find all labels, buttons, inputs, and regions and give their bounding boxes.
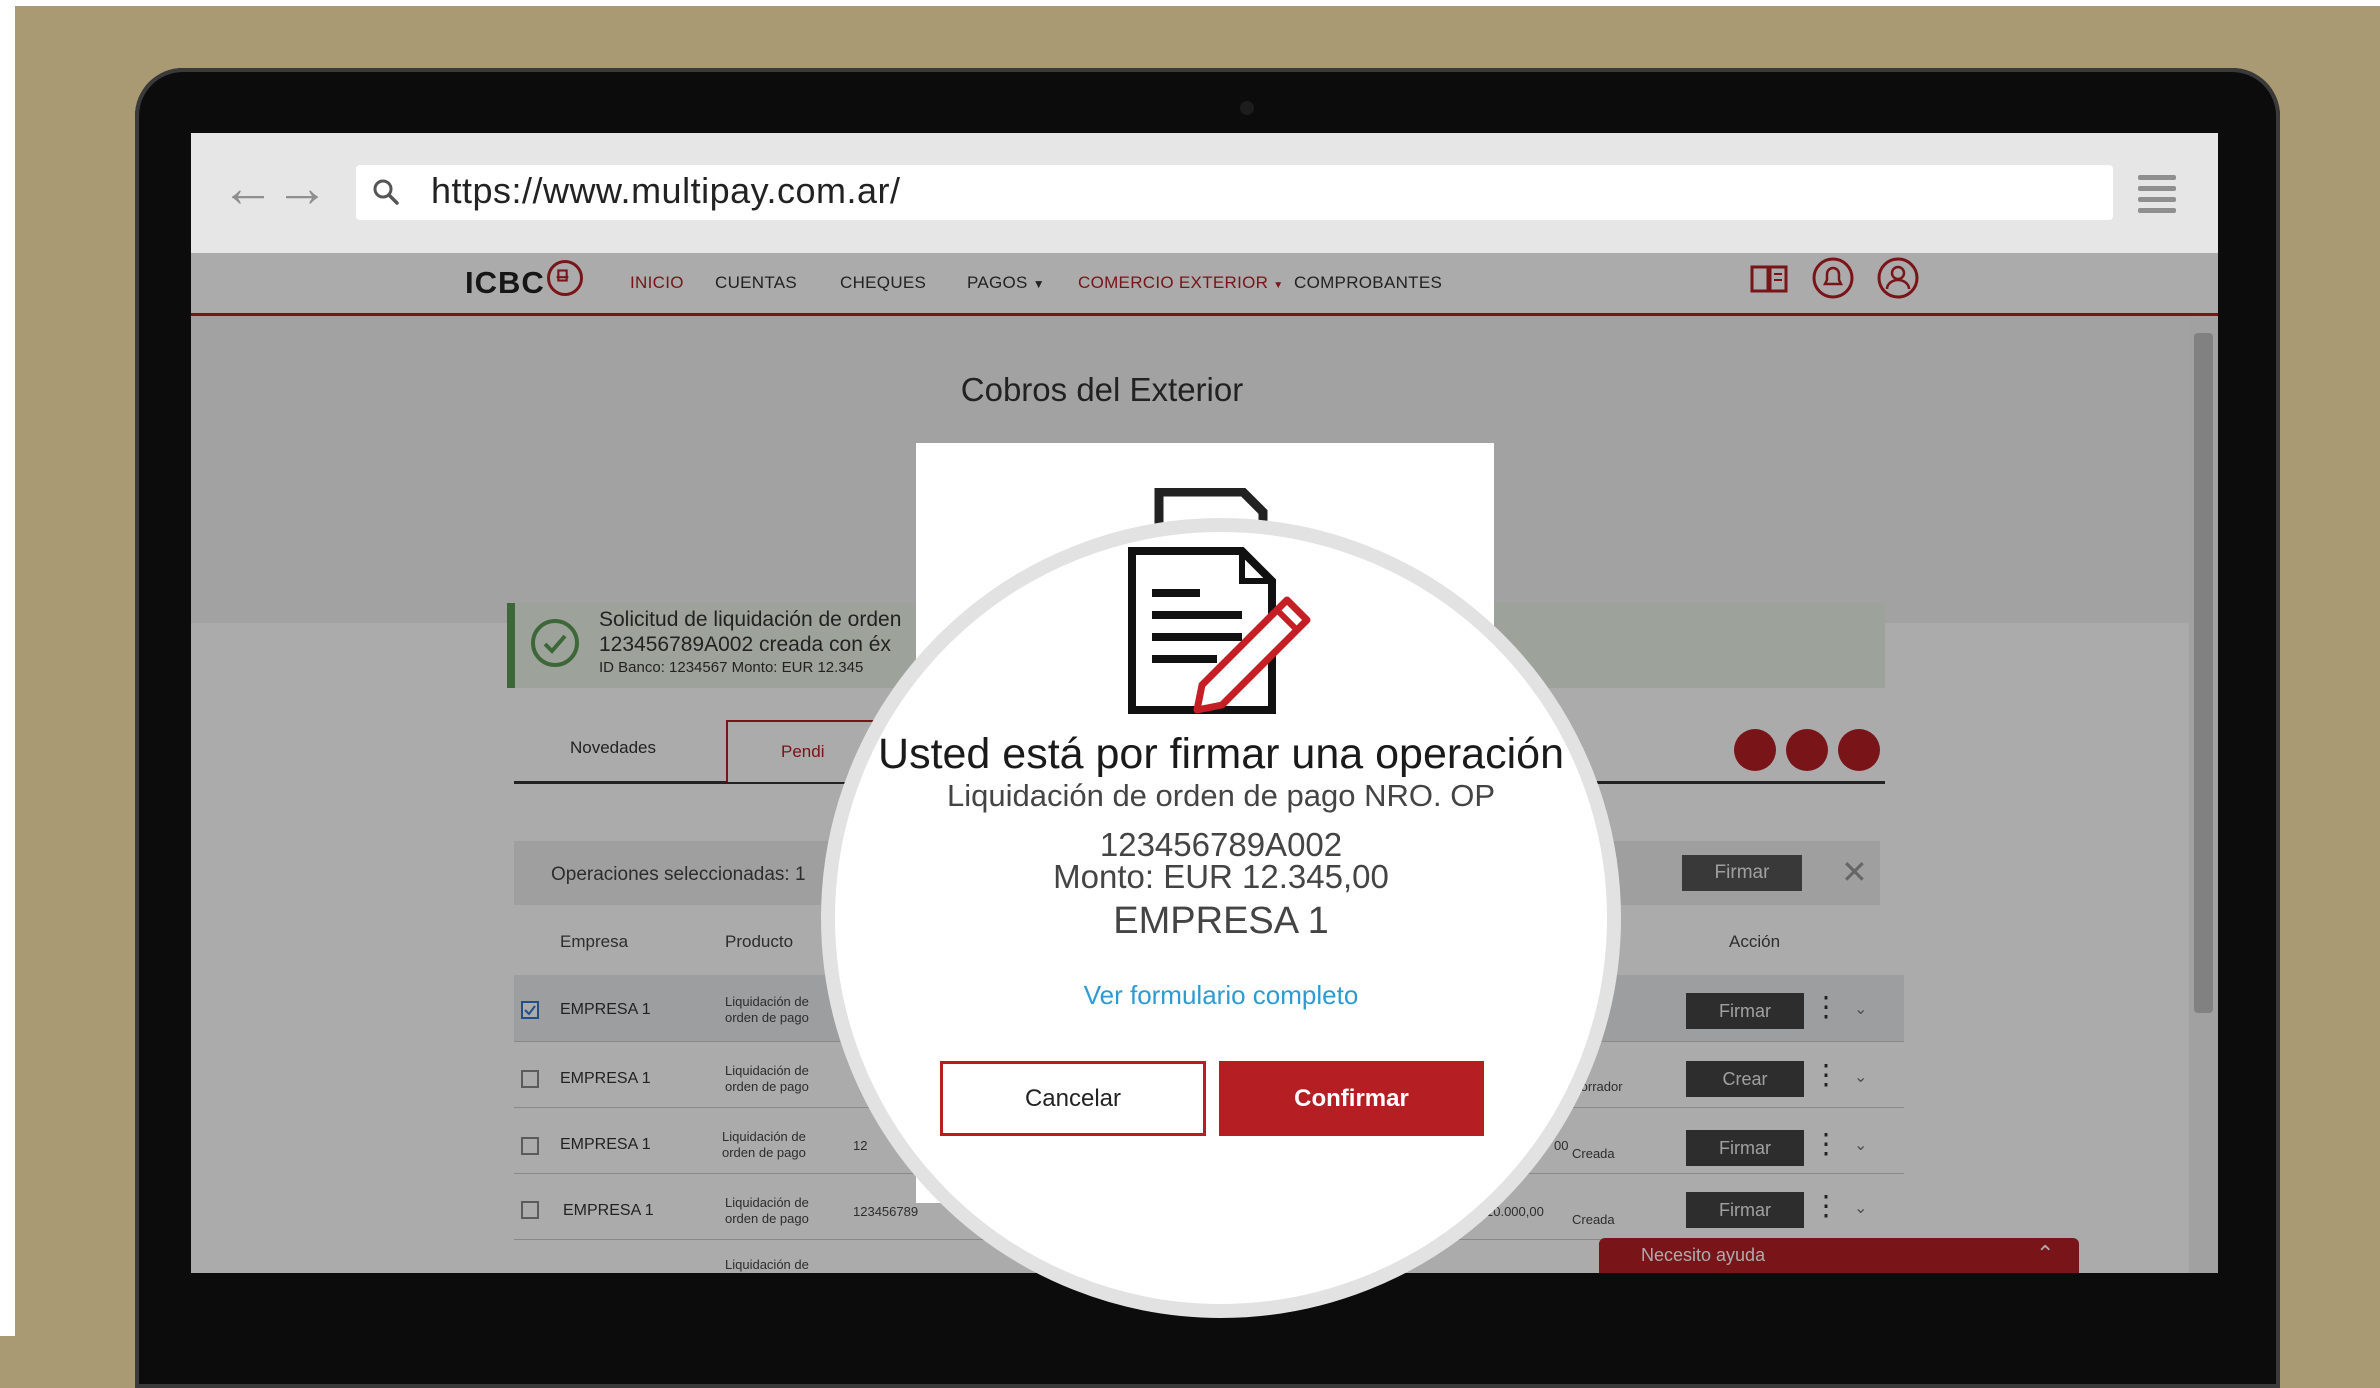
- dialog-operation: Liquidación de orden de pago NRO. OP: [946, 778, 1496, 813]
- search-icon: [373, 179, 399, 205]
- forward-arrow-icon[interactable]: →: [275, 161, 329, 215]
- url-text[interactable]: https://www.multipay.com.ar/: [431, 170, 900, 212]
- view-full-form-link[interactable]: Ver formulario completo: [821, 980, 1621, 1011]
- back-arrow-icon[interactable]: ←: [221, 161, 275, 215]
- browser-menu-icon[interactable]: [2138, 175, 2176, 219]
- document-sign-icon: [1128, 547, 1311, 714]
- webcam: [1240, 101, 1254, 115]
- dialog-amount: Monto: EUR 12.345,00: [1053, 858, 1389, 895]
- dialog-title: Usted está por firmar una operación: [878, 730, 1564, 778]
- cancel-button[interactable]: Cancelar: [940, 1061, 1206, 1136]
- dialog-company: EMPRESA 1: [1113, 900, 1329, 942]
- confirm-button[interactable]: Confirmar: [1219, 1061, 1484, 1136]
